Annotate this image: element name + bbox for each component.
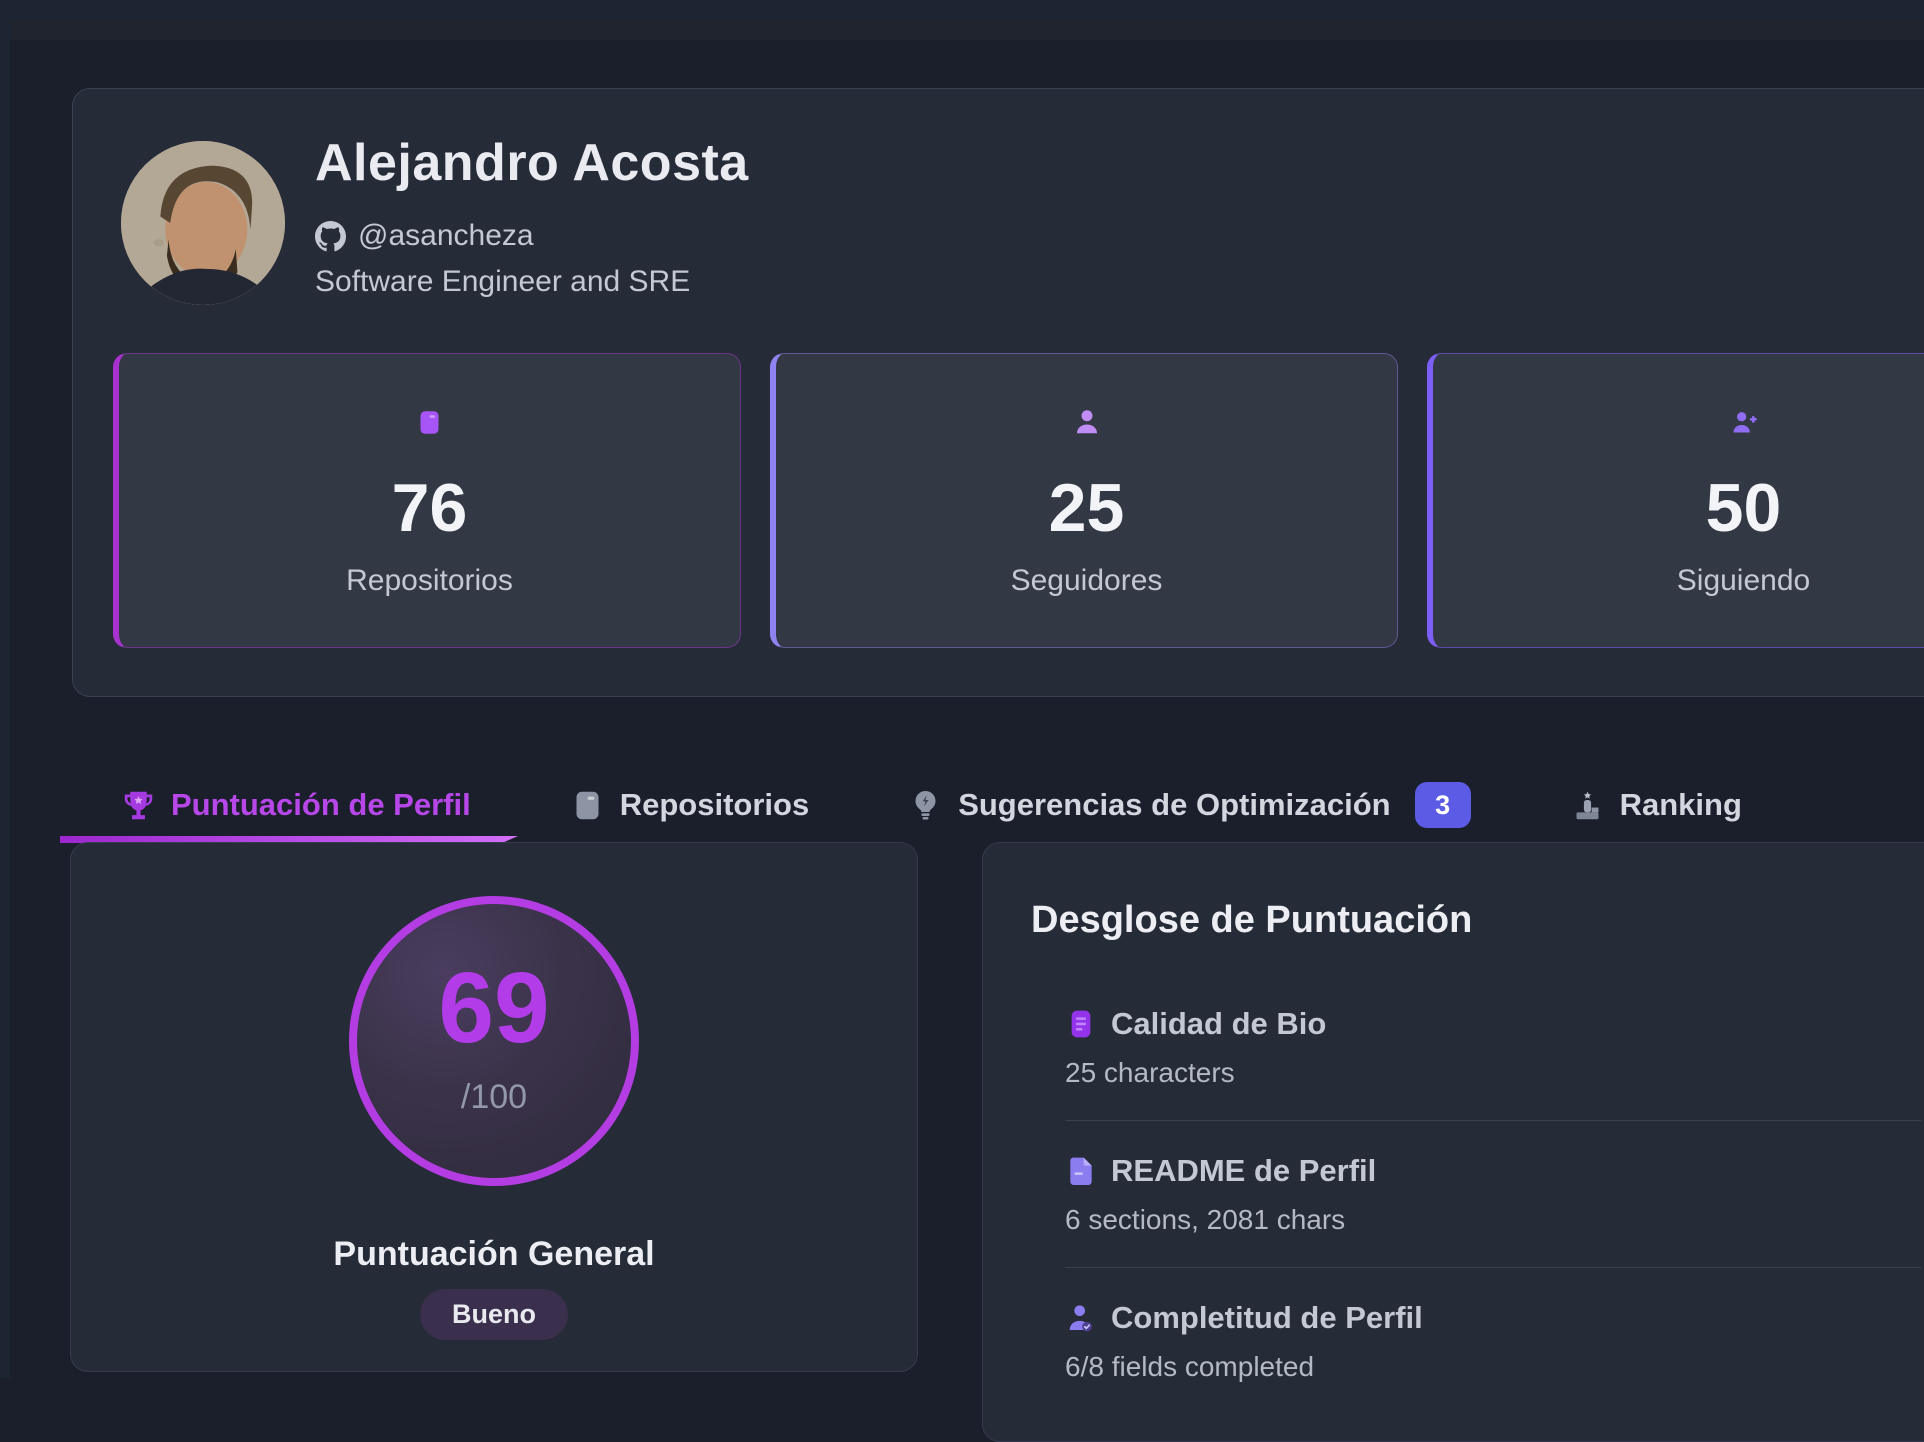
stat-card-repositories: 76 Repositorios (113, 353, 741, 648)
page-left-band (0, 19, 10, 1378)
trophy-icon (122, 789, 155, 822)
tab-optimization-suggestions[interactable]: Sugerencias de Optimización 3 (909, 782, 1470, 828)
avatar (121, 141, 285, 305)
score-rating-badge: Bueno (420, 1289, 568, 1340)
tab-repositories-label: Repositorios (620, 787, 809, 823)
breakdown-item-label: README de Perfil (1111, 1153, 1376, 1189)
stat-label-repositories: Repositorios (346, 564, 513, 598)
breakdown-item-detail: 6/8 fields completed (1065, 1350, 1921, 1384)
stat-card-following: 50 Siguiendo (1427, 353, 1924, 648)
tab-profile-score[interactable]: Puntuación de Perfil (122, 787, 471, 823)
github-icon (315, 221, 346, 252)
overall-score-card: 69 /100 Puntuación General Bueno (70, 842, 918, 1372)
tab-optimization-suggestions-label: Sugerencias de Optimización (958, 787, 1390, 823)
score-ring: 69 /100 (349, 896, 639, 1186)
tab-ranking-label: Ranking (1620, 787, 1742, 823)
following-icon (1730, 408, 1758, 436)
breakdown-item-detail: 6 sections, 2081 chars (1065, 1203, 1921, 1237)
avatar-portrait-illustration (121, 141, 285, 305)
breakdown-list: Calidad de Bio 25 characters README de P… (1065, 1006, 1921, 1414)
stat-value-followers: 25 (1049, 472, 1125, 544)
followers-icon (1072, 407, 1102, 437)
tab-profile-score-label: Puntuación de Perfil (171, 787, 471, 823)
stat-label-following: Siguiendo (1677, 564, 1810, 598)
stat-label-followers: Seguidores (1011, 564, 1163, 598)
breakdown-item-detail: 25 characters (1065, 1056, 1921, 1090)
lightbulb-icon (909, 789, 942, 822)
page-top-band (0, 19, 1924, 40)
profile-name: Alejandro Acosta (315, 133, 749, 193)
score-value: 69 (438, 956, 549, 1060)
window-top-bar (0, 0, 1924, 19)
breakdown-title: Desglose de Puntuación (1031, 899, 1921, 942)
stat-value-following: 50 (1706, 472, 1782, 544)
suggestions-count-badge: 3 (1415, 782, 1471, 828)
tab-ranking[interactable]: Ranking (1571, 787, 1742, 823)
score-breakdown-card: Desglose de Puntuación Calidad de Bio 25… (982, 842, 1924, 1442)
stat-card-followers: 25 Seguidores (770, 353, 1398, 648)
breakdown-item-label: Completitud de Perfil (1111, 1300, 1423, 1336)
breakdown-item-profile-completeness: Completitud de Perfil 6/8 fields complet… (1065, 1300, 1921, 1414)
readme-doc-icon (1065, 1155, 1097, 1187)
profile-bio: Software Engineer and SRE (315, 265, 690, 299)
score-out-of: /100 (461, 1078, 527, 1117)
repo-icon (571, 789, 604, 822)
profile-handle[interactable]: @asancheza (358, 219, 534, 253)
score-title: Puntuación General (71, 1235, 917, 1274)
tab-bar: Puntuación de Perfil Repositorios Sugere… (122, 782, 1742, 828)
podium-icon (1571, 789, 1604, 822)
bio-doc-icon (1065, 1008, 1097, 1040)
breakdown-item-label: Calidad de Bio (1111, 1006, 1326, 1042)
breakdown-item-readme: README de Perfil 6 sections, 2081 chars (1065, 1153, 1921, 1268)
breakdown-item-bio-quality: Calidad de Bio 25 characters (1065, 1006, 1921, 1121)
tab-repositories[interactable]: Repositorios (571, 787, 809, 823)
person-check-icon (1065, 1302, 1097, 1334)
stat-value-repositories: 76 (392, 472, 468, 544)
repo-icon (416, 407, 443, 438)
